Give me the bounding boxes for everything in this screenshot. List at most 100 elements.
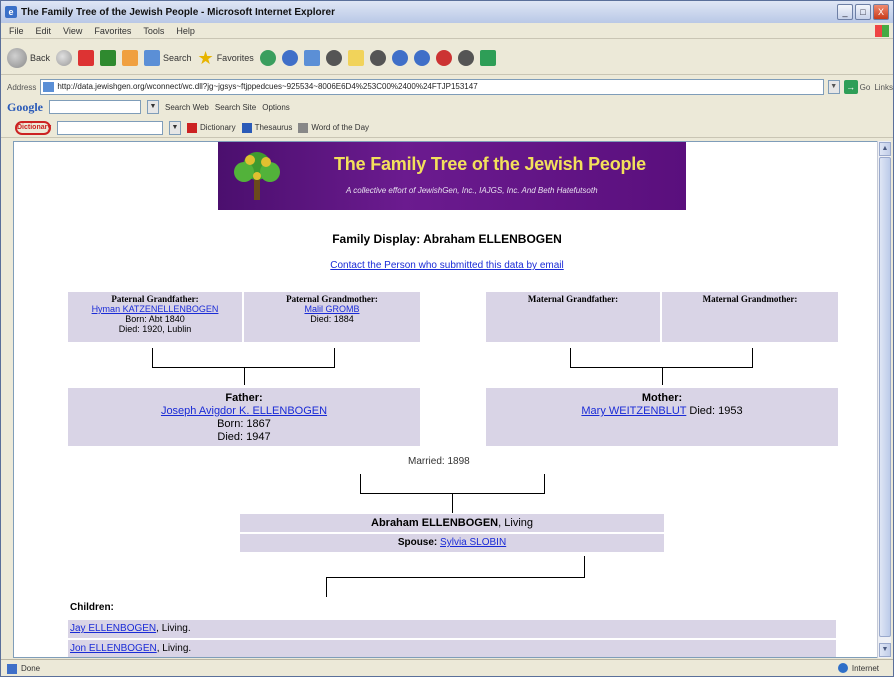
page-done-icon — [7, 663, 17, 674]
forward-button[interactable] — [56, 49, 73, 66]
links-button[interactable]: Links — [874, 83, 893, 92]
dictionary-logo[interactable]: Dictionary — [15, 120, 51, 135]
folder-button[interactable] — [347, 49, 364, 66]
google-logo[interactable]: Google — [7, 100, 43, 115]
connector-line — [570, 348, 571, 368]
favorites-label: Favorites — [216, 52, 254, 63]
mother-link[interactable]: Mary WEITZENBLUT — [581, 405, 686, 417]
spouse-box: Spouse: Sylvia SLOBIN — [240, 534, 664, 552]
search-icon — [144, 49, 161, 66]
connector-line — [584, 556, 585, 578]
father-born: Born: 1867 — [217, 418, 271, 430]
word-of-day-button[interactable]: Word of the Day — [298, 122, 369, 133]
tool-button-6[interactable] — [479, 49, 496, 66]
google-search-web-button[interactable]: Search Web — [165, 103, 209, 112]
tool-button-1[interactable] — [369, 49, 386, 66]
self-name: Abraham ELLENBOGEN — [371, 517, 499, 529]
connector-line — [326, 577, 327, 597]
favorites-button[interactable]: ★ Favorites — [198, 49, 254, 67]
thesaurus-label: Thesaurus — [254, 123, 293, 132]
scroll-down-button[interactable]: ▼ — [879, 643, 891, 657]
back-arrow-icon — [7, 47, 27, 68]
back-button[interactable]: Back — [7, 47, 50, 68]
google-search-dropdown[interactable]: ▼ — [147, 100, 159, 114]
paternal-grandmother-died: Died: 1884 — [310, 314, 354, 324]
google-options-button[interactable]: Options — [262, 103, 290, 112]
dictionary-search-input[interactable] — [57, 120, 163, 135]
paternal-grandfather-box: Paternal Grandfather: Hyman KATZENELLENB… — [68, 292, 242, 342]
connector-line — [452, 493, 453, 513]
child-status: , Living. — [156, 623, 191, 634]
minimize-button[interactable]: _ — [837, 4, 853, 20]
menu-file[interactable]: File — [9, 26, 24, 36]
address-dropdown[interactable]: ▼ — [827, 80, 840, 94]
mother-label: Mother: — [641, 392, 683, 404]
connector-line — [662, 367, 663, 385]
dictionary-button[interactable]: Dictionary — [187, 122, 236, 133]
home-button[interactable] — [122, 49, 139, 66]
close-button[interactable]: X — [873, 4, 889, 20]
children-label: Children: — [70, 602, 114, 613]
status-text: Done — [21, 664, 41, 673]
page-viewport: The Family Tree of the Jewish People A c… — [13, 141, 879, 658]
zone-label: Internet — [851, 663, 879, 673]
history-button[interactable] — [281, 49, 298, 66]
paternal-grandfather-label: Paternal Grandfather: — [111, 294, 199, 304]
title-bar: e The Family Tree of the Jewish People -… — [1, 1, 893, 23]
dictionary-dropdown[interactable]: ▼ — [169, 120, 181, 135]
thesaurus-button[interactable]: Thesaurus — [241, 122, 293, 133]
print-button[interactable] — [325, 49, 342, 66]
maternal-grandmother-box: Maternal Grandmother: — [662, 292, 838, 342]
tool-button-5[interactable] — [457, 49, 474, 66]
media-button[interactable] — [259, 49, 276, 66]
child-link[interactable]: Jon ELLENBOGEN — [70, 643, 157, 654]
mother-box: Mother: Mary WEITZENBLUT Died: 1953 — [486, 388, 838, 446]
google-search-site-button[interactable]: Search Site — [215, 103, 256, 112]
connector-line — [544, 474, 545, 494]
married-text: Married: 1898 — [408, 456, 470, 467]
stop-button[interactable] — [78, 49, 95, 66]
browser-window: e The Family Tree of the Jewish People -… — [0, 0, 894, 677]
tool-button-2[interactable] — [391, 49, 408, 66]
scroll-thumb[interactable] — [879, 157, 891, 637]
mail-button[interactable] — [303, 49, 320, 66]
father-link[interactable]: Joseph Avigdor K. ELLENBOGEN — [161, 405, 327, 417]
tool-button-3[interactable] — [413, 49, 430, 66]
contact-submitter-link[interactable]: Contact the Person who submitted this da… — [14, 260, 878, 271]
windows-logo-icon — [875, 25, 889, 37]
go-button[interactable]: → Go — [843, 80, 870, 94]
address-input[interactable]: http://data.jewishgen.org/wconnect/wc.dl… — [40, 79, 824, 95]
dictionary-icon — [187, 122, 197, 133]
paternal-grandfather-died: Died: 1920, Lublin — [118, 324, 192, 334]
tool-button-4[interactable] — [435, 49, 452, 66]
search-button[interactable]: Search — [144, 49, 192, 66]
menu-edit[interactable]: Edit — [36, 26, 52, 36]
paternal-grandmother-box: Paternal Grandmother: Malil GROMB Died: … — [244, 292, 420, 342]
favorites-star-icon: ★ — [197, 47, 214, 68]
child-link[interactable]: Jay ELLENBOGEN — [70, 623, 156, 634]
menu-view[interactable]: View — [63, 26, 82, 36]
scroll-up-button[interactable]: ▲ — [879, 142, 891, 156]
menu-bar: File Edit View Favorites Tools Help — [1, 23, 893, 39]
maternal-grandfather-box: Maternal Grandfather: — [486, 292, 660, 342]
maternal-grandfather-label: Maternal Grandfather: — [527, 294, 619, 304]
connector-line — [334, 348, 335, 368]
menu-favorites[interactable]: Favorites — [94, 26, 131, 36]
father-label: Father: — [225, 392, 263, 404]
paternal-grandmother-link[interactable]: Malil GROMB — [304, 304, 359, 314]
vertical-scrollbar[interactable]: ▲ ▼ — [877, 141, 891, 658]
go-arrow-icon: → — [843, 80, 858, 94]
menu-tools[interactable]: Tools — [143, 26, 164, 36]
dictionary-label: Dictionary — [200, 123, 236, 132]
menu-help[interactable]: Help — [176, 26, 195, 36]
mother-died: Died: 1953 — [689, 405, 743, 417]
refresh-button[interactable] — [100, 49, 117, 66]
spouse-link[interactable]: Sylvia SLOBIN — [440, 537, 506, 548]
page-title: Family Display: Abraham ELLENBOGEN — [332, 232, 562, 246]
google-search-input[interactable] — [49, 100, 141, 114]
window-title: The Family Tree of the Jewish People - M… — [21, 6, 335, 18]
maximize-button[interactable]: □ — [855, 4, 871, 20]
paternal-grandfather-link[interactable]: Hyman KATZENELLENBOGEN — [92, 304, 219, 314]
address-bar: Address http://data.jewishgen.org/wconne… — [1, 78, 893, 96]
status-bar: Done Internet — [1, 659, 893, 677]
